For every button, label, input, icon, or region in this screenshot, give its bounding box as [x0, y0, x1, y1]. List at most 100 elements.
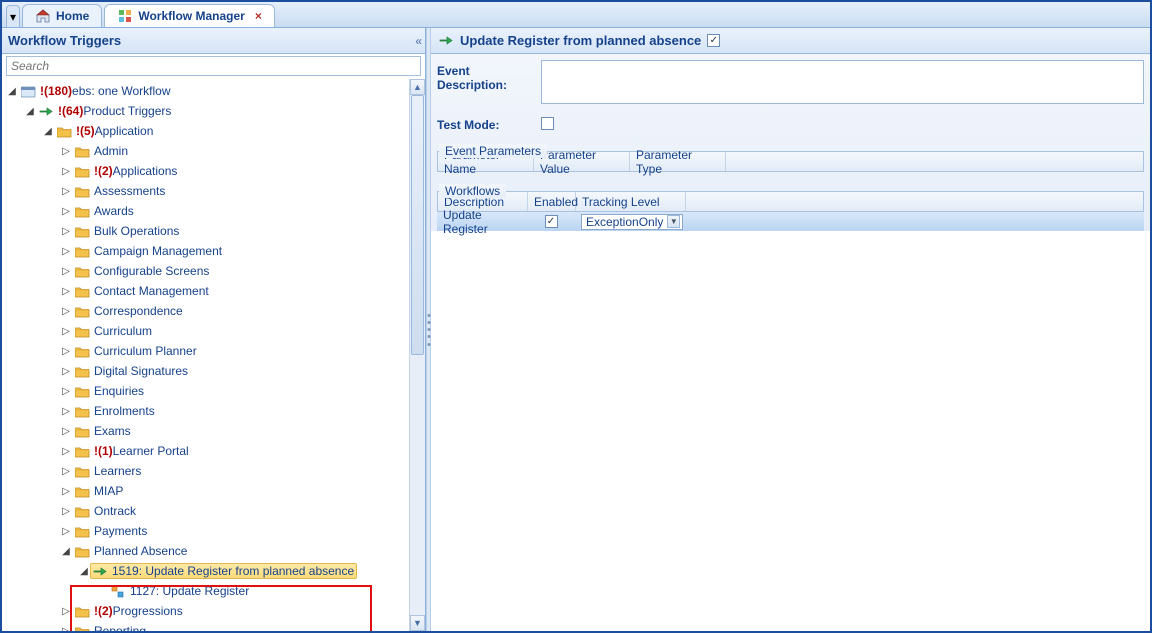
toggle-expand[interactable]: ▷ — [60, 306, 72, 317]
toggle-expand[interactable]: ▷ — [60, 386, 72, 397]
chevron-down-icon: ▼ — [667, 215, 680, 228]
folder-icon — [75, 345, 90, 358]
tab-home[interactable]: Home — [22, 4, 102, 27]
toggle-expand[interactable]: ▷ — [60, 226, 72, 237]
toggle-expand[interactable]: ▷ — [60, 206, 72, 217]
tree-item-learners[interactable]: ▷Learners — [6, 461, 425, 481]
event-description-label: Event Description: — [437, 60, 541, 92]
tree-item-correspondence[interactable]: ▷Correspondence — [6, 301, 425, 321]
left-panel: Workflow Triggers « ◢!(180)ebs: one Work… — [2, 28, 426, 631]
folder-icon — [75, 145, 90, 158]
toggle-expand[interactable]: ▷ — [60, 506, 72, 517]
toggle-collapse[interactable]: ◢ — [42, 126, 54, 137]
tree-item-campaign-management[interactable]: ▷Campaign Management — [6, 241, 425, 261]
folder-icon — [75, 425, 90, 438]
toggle-expand[interactable]: ▷ — [60, 406, 72, 417]
toggle-expand[interactable]: ▷ — [60, 526, 72, 537]
tree-application[interactable]: ◢!(5)Application — [6, 121, 425, 141]
workflow-row[interactable]: Update Register ExceptionOnly ▼ — [437, 212, 1144, 231]
toggle-expand[interactable]: ▷ — [60, 166, 72, 177]
search-input[interactable] — [6, 56, 421, 76]
blocks-icon — [111, 585, 126, 598]
tab-workflow-manager[interactable]: Workflow Manager × — [104, 4, 274, 27]
left-panel-header: Workflow Triggers « — [2, 28, 425, 54]
panel-title: Workflow Triggers — [8, 33, 121, 48]
col-wf-enabled: Enabled — [528, 192, 576, 211]
root-icon — [21, 85, 36, 98]
tree-item-payments[interactable]: ▷Payments — [6, 521, 425, 541]
tree-item-applications[interactable]: ▷!(2)Applications — [6, 161, 425, 181]
event-parameters-label: Event Parameters — [439, 144, 547, 158]
tree-item-exams[interactable]: ▷Exams — [6, 421, 425, 441]
folder-icon — [75, 205, 90, 218]
event-description-input[interactable] — [541, 60, 1144, 104]
toggle-expand[interactable]: ▷ — [60, 326, 72, 337]
toggle-expand[interactable]: ▷ — [60, 266, 72, 277]
toggle-collapse[interactable]: ◢ — [60, 546, 72, 557]
folder-icon — [75, 545, 90, 558]
tree-item-progressions[interactable]: ▷!(2)Progressions — [6, 601, 425, 621]
tree-item-digital-signatures[interactable]: ▷Digital Signatures — [6, 361, 425, 381]
tree-item-1519[interactable]: ◢1519: Update Register from planned abse… — [6, 561, 425, 581]
scroll-thumb[interactable] — [411, 95, 424, 355]
toggle-expand[interactable]: ▷ — [60, 466, 72, 477]
toggle-expand[interactable]: ▷ — [60, 186, 72, 197]
tree-item-bulk-operations[interactable]: ▷Bulk Operations — [6, 221, 425, 241]
tree-product-triggers[interactable]: ◢!(64)Product Triggers — [6, 101, 425, 121]
tree-item-learner-portal[interactable]: ▷!(1)Learner Portal — [6, 441, 425, 461]
folder-icon — [75, 265, 90, 278]
tree-item-awards[interactable]: ▷Awards — [6, 201, 425, 221]
toggle-collapse[interactable]: ◢ — [78, 566, 90, 577]
right-panel-title: Update Register from planned absence — [460, 33, 701, 48]
toggle-expand[interactable]: ▷ — [60, 146, 72, 157]
toggle-expand[interactable]: ▷ — [60, 366, 72, 377]
right-panel-header: Update Register from planned absence — [431, 28, 1150, 54]
wf-row-enabled-checkbox[interactable] — [545, 215, 558, 228]
toggle-expand[interactable]: ▷ — [60, 426, 72, 437]
header-enabled-checkbox[interactable] — [707, 34, 720, 47]
toggle-expand[interactable]: ▷ — [60, 606, 72, 617]
tree-item-1127[interactable]: ▷1127: Update Register — [6, 581, 425, 601]
toggle-collapse[interactable]: ◢ — [24, 106, 36, 117]
workflows-label: Workflows — [439, 184, 506, 198]
col-parameter-value: Parameter Value — [534, 152, 630, 171]
right-panel: Update Register from planned absence Eve… — [431, 28, 1150, 631]
tree-item-admin[interactable]: ▷Admin — [6, 141, 425, 161]
toggle-expand[interactable]: ▷ — [60, 626, 72, 632]
workflow-icon — [117, 10, 132, 23]
tab-strip: ▾ Home Workflow Manager × — [2, 2, 1150, 28]
toggle-expand[interactable]: ▷ — [60, 346, 72, 357]
tree-item-enrolments[interactable]: ▷Enrolments — [6, 401, 425, 421]
toggle-expand[interactable]: ▷ — [60, 486, 72, 497]
tree-item-reporting[interactable]: ▷Reporting — [6, 621, 425, 631]
tracking-level-dropdown[interactable]: ExceptionOnly ▼ — [581, 214, 683, 230]
tab-menu-dropdown[interactable]: ▾ — [6, 5, 20, 27]
toggle-expand[interactable]: ▷ — [60, 286, 72, 297]
tree-item-ontrack[interactable]: ▷Ontrack — [6, 501, 425, 521]
scroll-track[interactable] — [410, 95, 425, 615]
folder-icon — [75, 525, 90, 538]
collapse-left-icon[interactable]: « — [415, 34, 419, 48]
close-icon[interactable]: × — [255, 9, 262, 23]
tree-root[interactable]: ◢!(180)ebs: one Workflow — [6, 81, 425, 101]
scroll-up-button[interactable]: ▲ — [410, 79, 425, 95]
toggle-expand[interactable]: ▷ — [60, 446, 72, 457]
wf-row-description: Update Register — [437, 212, 527, 231]
toggle-collapse[interactable]: ◢ — [6, 86, 18, 97]
tree-item-miap[interactable]: ▷MIAP — [6, 481, 425, 501]
col-wf-tracking: Tracking Level — [576, 192, 686, 211]
toggle-expand[interactable]: ▷ — [60, 246, 72, 257]
test-mode-checkbox[interactable] — [541, 117, 554, 130]
tree-item-curriculum[interactable]: ▷Curriculum — [6, 321, 425, 341]
splitter[interactable] — [426, 28, 431, 631]
tree-item-planned-absence[interactable]: ◢Planned Absence — [6, 541, 425, 561]
tree-item-assessments[interactable]: ▷Assessments — [6, 181, 425, 201]
tree-item-curriculum-planner[interactable]: ▷Curriculum Planner — [6, 341, 425, 361]
arrow-icon — [93, 565, 108, 578]
scroll-down-button[interactable]: ▼ — [410, 615, 425, 631]
folder-icon — [75, 485, 90, 498]
tracking-level-value: ExceptionOnly — [586, 215, 663, 229]
tree-item-enquiries[interactable]: ▷Enquiries — [6, 381, 425, 401]
tree-item-contact-management[interactable]: ▷Contact Management — [6, 281, 425, 301]
tree-item-configurable-screens[interactable]: ▷Configurable Screens — [6, 261, 425, 281]
